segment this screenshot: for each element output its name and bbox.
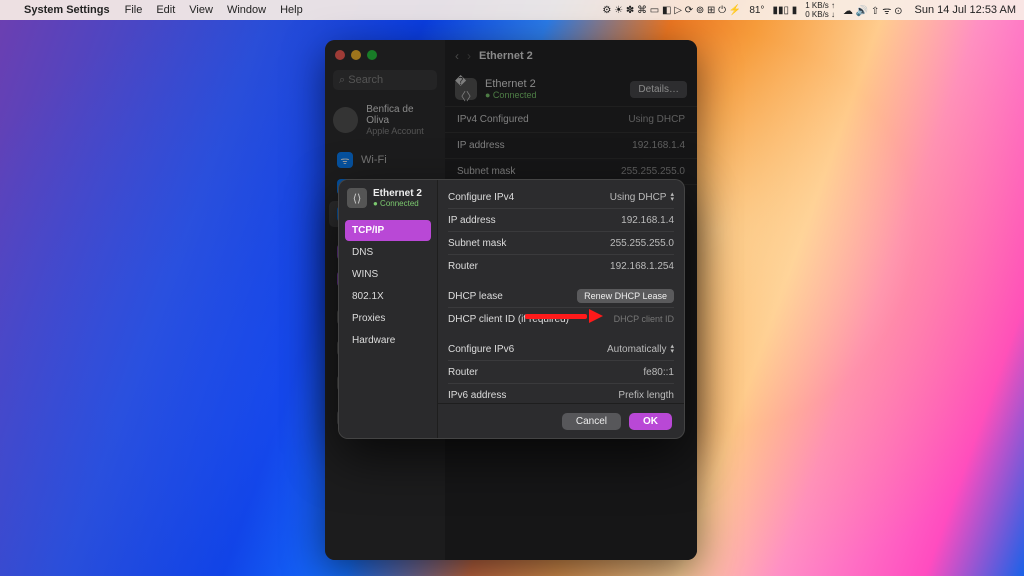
tab-tcpip[interactable]: TCP/IP [345, 220, 431, 241]
interface-header: �〈〉 Ethernet 2 ● Connected Details… [445, 72, 697, 106]
renew-dhcp-lease-button[interactable]: Renew DHCP Lease [577, 289, 674, 303]
menu-edit[interactable]: Edit [149, 4, 182, 16]
cancel-button[interactable]: Cancel [562, 413, 621, 430]
subnet-mask-row: Subnet mask255.255.255.0 [448, 232, 674, 255]
titlebar: ‹ › Ethernet 2 [445, 40, 697, 72]
ethernet-icon: �〈〉 [455, 78, 477, 100]
sheet-sidebar: ⟨⟩ Ethernet 2 ● Connected TCP/IPDNSWINS8… [339, 180, 438, 438]
tab-hardware[interactable]: Hardware [345, 330, 431, 351]
sheet-footer: Cancel OK [438, 403, 684, 438]
back-button[interactable]: ‹ [455, 49, 459, 63]
router-row: Router192.168.1.254 [448, 255, 674, 277]
tab-proxies[interactable]: Proxies [345, 308, 431, 329]
menu-help[interactable]: Help [273, 4, 310, 16]
configure-ipv4-row[interactable]: Configure IPv4 Using DHCP▴▾ [448, 186, 674, 209]
details-button[interactable]: Details… [630, 81, 687, 98]
menubar: System Settings File Edit View Window He… [0, 0, 1024, 20]
info-row: IP address192.168.1.4 [445, 132, 697, 158]
chevron-updown-icon: ▴▾ [670, 344, 674, 354]
ipv6-address-row: IPv6 addressPrefix length [448, 384, 674, 403]
status-net[interactable]: 1 KB/s ↑0 KB/s ↓ [801, 1, 839, 19]
account-row[interactable]: Benfica de OlivaApple Account [325, 100, 445, 146]
minimize-button[interactable] [351, 50, 361, 60]
annotation-arrow [525, 309, 603, 323]
status-icons[interactable]: ⚙ ☀ ✽ ⌘ ▭ ◧ ▷ ⟳ ⊚ ⊞ ⏻ ⚡ [598, 5, 745, 16]
fullscreen-button[interactable] [367, 50, 377, 60]
ip-address-row: IP address192.168.1.4 [448, 209, 674, 232]
search-icon: ⌕ [339, 74, 345, 87]
dhcp-client-id-input[interactable]: DHCP client ID [614, 314, 674, 324]
status-temp[interactable]: 81° [745, 5, 768, 16]
ok-button[interactable]: OK [629, 413, 672, 430]
app-name[interactable]: System Settings [22, 4, 118, 16]
sidebar-item-label: Wi-Fi [361, 154, 387, 166]
router-ipv6-row: Routerfe80::1 [448, 361, 674, 384]
interface-name: Ethernet 2 [485, 78, 536, 90]
ethernet-icon: ⟨⟩ [347, 188, 367, 208]
sheet-interface-name: Ethernet 2 [373, 188, 422, 199]
chevron-updown-icon: ▴▾ [670, 192, 674, 202]
page-title: Ethernet 2 [479, 50, 533, 62]
menu-window[interactable]: Window [220, 4, 273, 16]
sheet-interface-status: ● Connected [373, 199, 422, 208]
status-battery[interactable]: ▮▮▯ ▮ [768, 5, 801, 16]
menu-view[interactable]: View [182, 4, 220, 16]
configure-ipv6-row[interactable]: Configure IPv6 Automatically▴▾ [448, 338, 674, 361]
interface-status: ● Connected [485, 90, 536, 100]
info-row: IPv4 ConfiguredUsing DHCP [445, 106, 697, 132]
status-extras[interactable]: ☁ 🔊 ⇧ ᯤ ⊙ [839, 3, 906, 17]
tab-8021x[interactable]: 802.1X [345, 286, 431, 307]
sidebar-icon: ᯤ [337, 152, 353, 168]
sidebar-item-wi-fi[interactable]: ᯤ Wi-Fi [329, 147, 441, 173]
tab-dns[interactable]: DNS [345, 242, 431, 263]
menubar-clock[interactable]: Sun 14 Jul 12:53 AM [906, 4, 1024, 16]
forward-button[interactable]: › [467, 49, 471, 63]
dhcp-lease-row: DHCP lease Renew DHCP Lease [448, 285, 674, 308]
avatar [333, 107, 358, 133]
sheet-body: Configure IPv4 Using DHCP▴▾ IP address19… [438, 180, 684, 403]
menu-file[interactable]: File [118, 4, 150, 16]
close-button[interactable] [335, 50, 345, 60]
tcpip-sheet: ⟨⟩ Ethernet 2 ● Connected TCP/IPDNSWINS8… [339, 180, 684, 438]
search-input[interactable]: ⌕ Search [333, 70, 437, 90]
window-controls [325, 48, 445, 70]
tab-wins[interactable]: WINS [345, 264, 431, 285]
